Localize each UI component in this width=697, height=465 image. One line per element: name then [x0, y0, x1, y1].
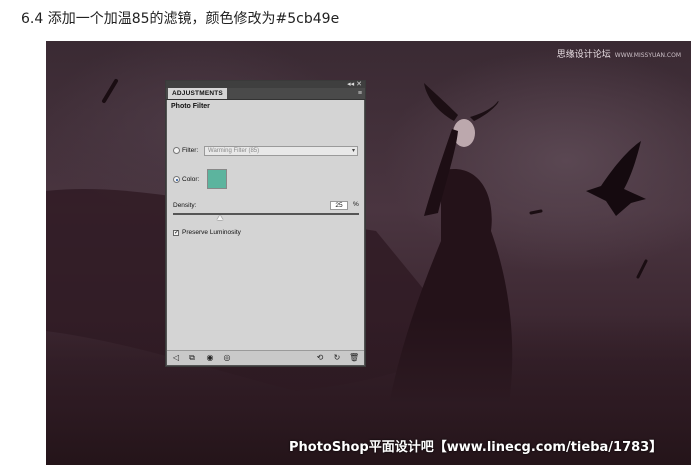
artwork-canvas: 思缘设计论坛 WWW.MISSYUAN.COM PhotoShop平面设计吧【ww… — [46, 41, 691, 465]
preserve-luminosity-label: Preserve Luminosity — [182, 229, 241, 236]
previous-state-icon[interactable]: ⟲ — [315, 353, 325, 363]
density-label: Density: — [173, 202, 197, 209]
color-option[interactable]: Color: — [173, 176, 199, 183]
density-input[interactable]: 25 — [330, 201, 348, 210]
color-swatch[interactable] — [207, 169, 227, 189]
watermark-top: 思缘设计论坛 WWW.MISSYUAN.COM — [557, 47, 681, 60]
feather — [102, 79, 118, 103]
panel-title-strip: ◂◂ ✕ — [166, 81, 365, 88]
filter-dropdown[interactable]: Warming Filter (85) ▾ — [204, 146, 358, 156]
filter-radio[interactable] — [173, 147, 180, 154]
preserve-luminosity-checkbox[interactable]: ✓ — [173, 229, 179, 236]
reset-icon[interactable]: ↻ — [332, 353, 342, 363]
clip-layer-icon[interactable]: ⧉ — [187, 353, 197, 363]
adjustment-title: Photo Filter — [171, 103, 210, 110]
filter-dropdown-value: Warming Filter (85) — [208, 148, 260, 154]
step-caption: 6.4 添加一个加温85的滤镜，颜色修改为#5cb49e — [21, 11, 340, 27]
filter-label: Filter: — [182, 147, 199, 154]
back-arrow-icon[interactable]: ◁ — [171, 353, 181, 363]
watermark-top-url: WWW.MISSYUAN.COM — [614, 52, 681, 59]
tab-adjustments[interactable]: ADJUSTMENTS — [168, 88, 227, 99]
adjustments-panel: ◂◂ ✕ ADJUSTMENTS ≡ Photo Filter Filter: … — [165, 80, 366, 367]
feather — [636, 259, 648, 279]
horn-right — [470, 101, 499, 121]
feather — [529, 209, 543, 215]
crow — [586, 141, 646, 216]
panel-bottom-toolbar: ◁ ⧉ ◉ ◎ ⟲ ↻ 🗑 — [167, 350, 364, 365]
layer-visibility-icon[interactable]: ◉ — [205, 353, 215, 363]
collapse-close-controls[interactable]: ◂◂ ✕ — [347, 80, 362, 88]
density-slider-thumb[interactable] — [216, 215, 223, 220]
chevron-down-icon: ▾ — [351, 148, 355, 154]
color-label: Color: — [182, 176, 200, 183]
watermark-bottom: PhotoShop平面设计吧【www.linecg.com/tieba/1783… — [289, 440, 663, 455]
horn-left — [424, 83, 458, 121]
panel-content: Photo Filter Filter: Warming Filter (85)… — [167, 100, 364, 350]
color-radio[interactable] — [173, 176, 180, 183]
density-unit: % — [353, 201, 359, 208]
eye-icon[interactable]: ◎ — [222, 353, 232, 363]
density-slider-track[interactable] — [173, 213, 359, 215]
panel-tab-bar: ADJUSTMENTS ≡ — [166, 88, 365, 100]
panel-menu-icon[interactable]: ≡ — [358, 90, 362, 97]
preserve-luminosity-option[interactable]: ✓ Preserve Luminosity — [173, 229, 241, 236]
filter-option[interactable]: Filter: — [173, 147, 198, 154]
trash-icon[interactable]: 🗑 — [349, 353, 359, 363]
watermark-top-text: 思缘设计论坛 — [556, 50, 611, 60]
